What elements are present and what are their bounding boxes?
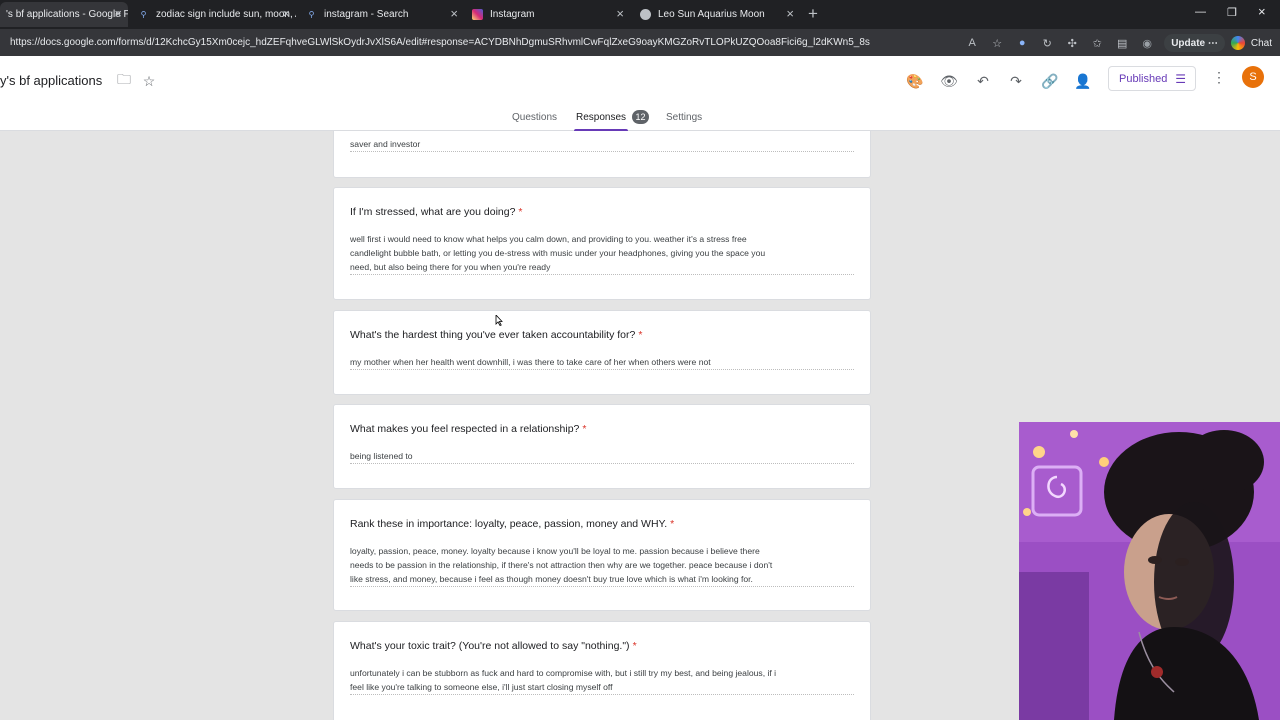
avatar[interactable]: S bbox=[1242, 66, 1264, 88]
question-title: What's the hardest thing you've ever tak… bbox=[350, 329, 643, 341]
close-tab-icon[interactable]: × bbox=[282, 7, 290, 21]
answer-underline bbox=[350, 463, 854, 464]
question-title: If I'm stressed, what are you doing? * bbox=[350, 206, 523, 218]
answer-line: well first i would need to know what hel… bbox=[350, 234, 747, 244]
answer-underline bbox=[350, 369, 854, 370]
minimize-icon[interactable]: — bbox=[1195, 6, 1206, 18]
answer-line: like stress, and money, because i feel a… bbox=[350, 574, 753, 584]
update-button[interactable]: Update ⋯ bbox=[1164, 34, 1225, 52]
response-card: If I'm stressed, what are you doing? * we… bbox=[333, 187, 871, 300]
profile-icon[interactable]: ◉ bbox=[1136, 33, 1158, 53]
browser-tab-leo-sun[interactable]: Leo Sun Aquarius Moon × bbox=[634, 2, 800, 27]
copilot-icon bbox=[1230, 36, 1245, 50]
star-icon[interactable]: ☆ bbox=[139, 71, 159, 91]
question-title: Rank these in importance: loyalty, peace… bbox=[350, 518, 675, 530]
response-card: saver and investor bbox=[333, 131, 871, 178]
answer-line: unfortunately i can be stubborn as fuck … bbox=[350, 668, 777, 678]
answer-line: my mother when her health went downhill,… bbox=[350, 357, 711, 367]
globe-icon bbox=[640, 9, 651, 20]
search-icon: ⚲ bbox=[308, 10, 315, 19]
extensions-icon[interactable]: ✣ bbox=[1061, 33, 1083, 53]
palette-icon[interactable]: 🎨 bbox=[905, 71, 925, 91]
preview-eye-icon[interactable]: 👁 bbox=[939, 71, 959, 91]
collections-icon[interactable]: ▤ bbox=[1111, 33, 1133, 53]
search-icon: ⚲ bbox=[140, 10, 147, 19]
address-bar: https://docs.google.com/forms/d/12KchcGy… bbox=[0, 29, 1280, 56]
answer-underline bbox=[350, 274, 854, 275]
forms-header: y's bf applications 🗀 ☆ 🎨 👁 ↶ ↷ 🔗 👤 Publ… bbox=[0, 56, 1280, 131]
tab-questions[interactable]: Questions bbox=[512, 112, 557, 123]
extension-icon[interactable]: ● bbox=[1011, 33, 1033, 53]
chat-button[interactable]: Chat bbox=[1230, 36, 1272, 50]
new-tab-icon[interactable]: + bbox=[808, 5, 818, 22]
answer-line: being listened to bbox=[350, 451, 413, 461]
answer-line: need, but also being there for you when … bbox=[350, 262, 551, 272]
favorites-icon[interactable]: ✩ bbox=[1086, 33, 1108, 53]
browser-tab-bar: 's bf applications - Google Forms × ⚲ zo… bbox=[0, 0, 1280, 29]
add-collaborator-icon[interactable]: 👤 bbox=[1073, 71, 1093, 91]
browser-tab-instagram-search[interactable]: ⚲ instagram - Search × bbox=[300, 2, 464, 27]
close-tab-icon[interactable]: × bbox=[450, 7, 458, 21]
answer-line: feel like you're talking to someone else… bbox=[350, 682, 613, 692]
browser-tab-zodiac-search[interactable]: ⚲ zodiac sign include sun, moon, AND × bbox=[132, 2, 296, 27]
instagram-icon bbox=[472, 9, 483, 20]
answer-underline bbox=[350, 586, 854, 587]
responses-count-badge: 12 bbox=[632, 110, 649, 124]
close-tab-icon[interactable]: × bbox=[616, 7, 624, 21]
close-tab-icon[interactable]: × bbox=[786, 7, 794, 21]
url-field[interactable]: https://docs.google.com/forms/d/12KchcGy… bbox=[10, 37, 870, 48]
mouse-cursor-icon bbox=[495, 315, 503, 326]
close-window-icon[interactable]: × bbox=[1258, 4, 1266, 19]
form-tabs: Questions Responses 12 Settings bbox=[0, 110, 1280, 131]
close-tab-icon[interactable]: × bbox=[114, 7, 122, 21]
answer-line: candlelight bubble bath, or letting you … bbox=[350, 248, 766, 258]
star-icon[interactable]: ☆ bbox=[986, 33, 1008, 53]
response-card: What's your toxic trait? (You're not all… bbox=[333, 621, 871, 720]
browser-tab-google-forms[interactable]: 's bf applications - Google Forms × bbox=[0, 2, 128, 27]
redo-icon[interactable]: ↷ bbox=[1006, 71, 1026, 91]
tune-icon: ☰ bbox=[1175, 72, 1186, 86]
refresh-extension-icon[interactable]: ↻ bbox=[1036, 33, 1058, 53]
webcam-person-image bbox=[1019, 422, 1280, 720]
more-options-icon[interactable]: ⋮ bbox=[1212, 69, 1226, 86]
webcam-overlay bbox=[1019, 422, 1280, 720]
undo-icon[interactable]: ↶ bbox=[973, 71, 993, 91]
tab-settings[interactable]: Settings bbox=[666, 112, 702, 123]
tab-responses[interactable]: Responses bbox=[573, 112, 629, 131]
question-title: What's your toxic trait? (You're not all… bbox=[350, 640, 637, 652]
answer-line: loyalty, passion, peace, money. loyalty … bbox=[350, 546, 760, 556]
response-card: What's the hardest thing you've ever tak… bbox=[333, 310, 871, 395]
folder-icon[interactable]: 🗀 bbox=[114, 71, 134, 91]
form-title[interactable]: y's bf applications bbox=[0, 73, 102, 88]
answer-text: saver and investor bbox=[350, 139, 421, 149]
restore-icon[interactable]: ❐ bbox=[1227, 6, 1237, 19]
answer-line: needs to be passion in the relationship,… bbox=[350, 560, 773, 570]
read-aloud-icon[interactable]: A bbox=[961, 33, 983, 53]
answer-underline bbox=[350, 694, 854, 695]
response-card: What makes you feel respected in a relat… bbox=[333, 404, 871, 489]
link-icon[interactable]: 🔗 bbox=[1040, 71, 1060, 91]
browser-tab-instagram[interactable]: Instagram × bbox=[466, 2, 630, 27]
response-card: Rank these in importance: loyalty, peace… bbox=[333, 499, 871, 611]
answer-underline bbox=[350, 151, 854, 152]
published-button[interactable]: Published ☰ bbox=[1108, 66, 1196, 91]
question-title: What makes you feel respected in a relat… bbox=[350, 423, 587, 435]
